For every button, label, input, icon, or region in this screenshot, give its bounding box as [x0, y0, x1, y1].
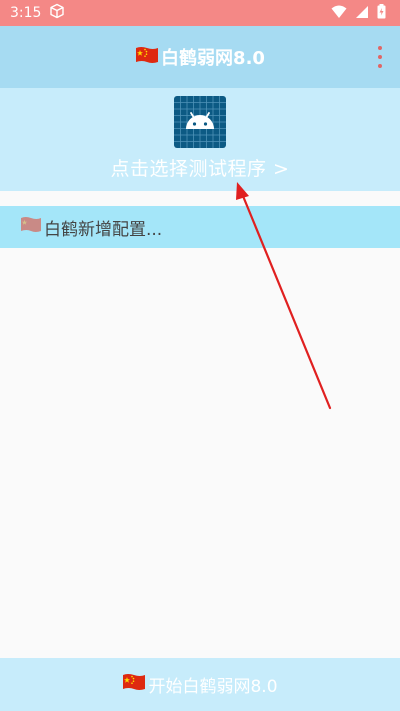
- start-button[interactable]: 开始白鹤弱网8.0: [0, 658, 400, 711]
- start-button-label: 开始白鹤弱网8.0: [148, 677, 278, 697]
- battery-icon: [377, 3, 386, 23]
- status-time: 3:15: [10, 5, 42, 21]
- menu-dot: [378, 46, 382, 50]
- cube-icon: [49, 3, 65, 23]
- china-flag-icon: [20, 216, 42, 238]
- select-app-label[interactable]: 点击选择测试程序 >: [0, 154, 400, 181]
- china-flag-icon: [135, 46, 159, 69]
- select-app-panel[interactable]: 点击选择测试程序 >: [0, 88, 400, 191]
- app-title-text: 白鹤弱网8.0: [161, 48, 265, 69]
- android-icon[interactable]: [174, 96, 226, 148]
- app-title: 白鹤弱网8.0: [135, 44, 265, 70]
- more-vert-icon[interactable]: [374, 46, 386, 68]
- menu-dot: [378, 64, 382, 68]
- add-config-bar[interactable]: 白鹤新增配置...: [0, 206, 400, 248]
- add-config-label: 白鹤新增配置...: [44, 219, 163, 240]
- status-right: [331, 3, 386, 23]
- status-left: 3:15: [10, 3, 65, 23]
- status-bar: 3:15: [0, 0, 400, 26]
- menu-dot: [378, 55, 382, 59]
- china-flag-icon: [122, 673, 146, 696]
- wifi-icon: [331, 4, 347, 23]
- app-bar: 白鹤弱网8.0: [0, 26, 400, 88]
- signal-icon: [355, 4, 369, 23]
